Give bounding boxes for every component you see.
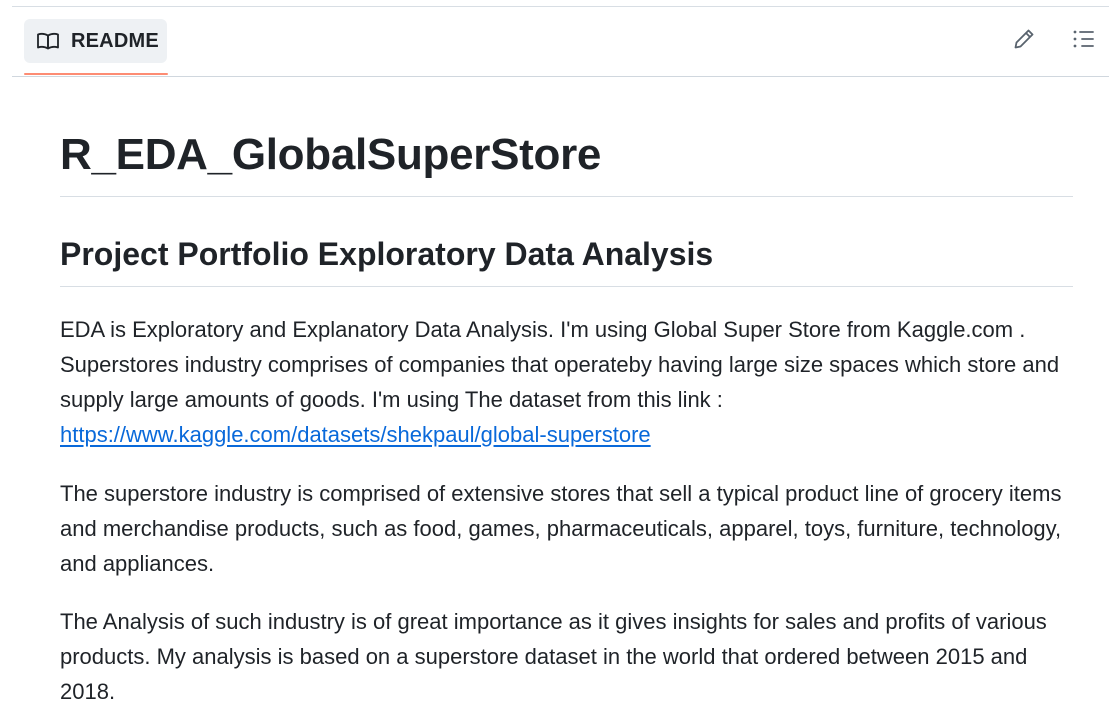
list-icon	[1071, 27, 1095, 56]
subtitle-divider	[60, 286, 1073, 287]
readme-panel: README R_EDA_GlobalSuperStore Project Po…	[0, 0, 1109, 709]
readme-tab[interactable]: README	[24, 19, 167, 63]
book-icon	[36, 31, 60, 51]
readme-title: R_EDA_GlobalSuperStore	[60, 130, 602, 179]
industry-paragraph: The superstore industry is comprised of …	[60, 481, 1062, 576]
dataset-link[interactable]: https://www.kaggle.com/datasets/shekpaul…	[60, 422, 651, 447]
intro-paragraph: EDA is Exploratory and Explanatory Data …	[60, 312, 1073, 452]
active-tab-indicator	[24, 73, 168, 75]
readme-tab-label: README	[71, 29, 159, 52]
intro-text: EDA is Exploratory and Explanatory Data …	[60, 317, 1060, 412]
outline-button[interactable]	[1069, 27, 1097, 55]
title-divider	[60, 196, 1073, 197]
analysis-paragraph: The Analysis of such industry is of grea…	[60, 609, 1047, 704]
readme-subtitle: Project Portfolio Exploratory Data Analy…	[60, 236, 714, 272]
edit-file-button[interactable]	[1010, 27, 1038, 55]
readme-header: README	[12, 7, 1109, 77]
pencil-icon	[1012, 27, 1036, 56]
